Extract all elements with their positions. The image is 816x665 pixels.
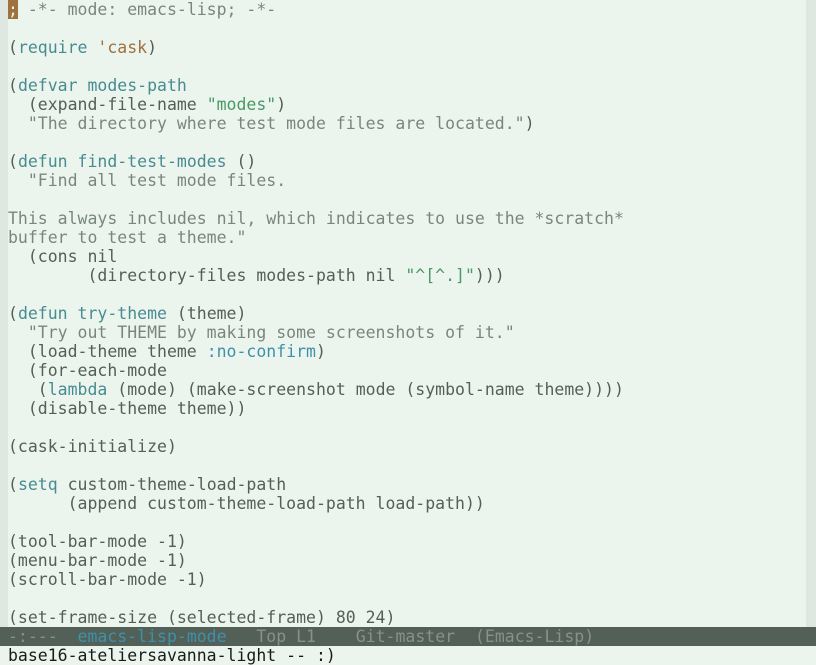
code-token: (load-theme theme bbox=[8, 342, 207, 361]
code-token: find-test-modes bbox=[77, 152, 227, 171]
text-cursor: ; bbox=[8, 0, 18, 19]
code-token: (cask-initialize) bbox=[8, 437, 177, 456]
code-line[interactable] bbox=[8, 513, 806, 532]
code-line[interactable]: (scroll-bar-mode -1) bbox=[8, 570, 806, 589]
code-line[interactable]: buffer to test a theme." bbox=[8, 228, 806, 247]
code-token: ( bbox=[8, 152, 18, 171]
code-token: try-theme bbox=[77, 304, 167, 323]
code-token: (disable-theme theme)) bbox=[8, 399, 247, 418]
code-token: modes-path bbox=[87, 76, 187, 95]
left-fringe bbox=[0, 0, 8, 646]
code-token: (mode) (make-screenshot mode (symbol-nam… bbox=[107, 380, 624, 399]
code-token: "Find all test mode files. bbox=[8, 171, 287, 190]
code-line[interactable]: "Find all test mode files. bbox=[8, 171, 806, 190]
code-token: ( bbox=[8, 380, 48, 399]
code-token: ( bbox=[8, 475, 18, 494]
code-token: defun bbox=[17, 152, 68, 171]
code-token: "modes" bbox=[206, 95, 277, 114]
code-token: "^[^.]" bbox=[405, 266, 475, 285]
code-token: 'cask bbox=[97, 38, 148, 57]
code-line[interactable] bbox=[8, 133, 806, 152]
code-token: buffer to test a theme." bbox=[8, 228, 247, 247]
code-token: ))) bbox=[474, 266, 505, 285]
right-fringe bbox=[806, 0, 816, 627]
code-token: defvar bbox=[17, 76, 78, 95]
code-line[interactable]: (tool-bar-mode -1) bbox=[8, 532, 806, 551]
code-line[interactable] bbox=[8, 57, 806, 76]
code-line[interactable]: (defvar modes-path bbox=[8, 76, 806, 95]
code-line[interactable]: "The directory where test mode files are… bbox=[8, 114, 806, 133]
code-token: "The directory where test mode files are… bbox=[8, 114, 525, 133]
modeline-status: -:--- bbox=[8, 627, 58, 646]
code-token: require bbox=[17, 38, 88, 57]
code-token: ( bbox=[8, 38, 18, 57]
code-token: (tool-bar-mode -1) bbox=[8, 532, 187, 551]
code-token: :no-confirm bbox=[206, 342, 316, 361]
code-token: setq bbox=[17, 475, 58, 494]
code-token: (expand-file-name bbox=[8, 95, 207, 114]
code-line[interactable]: (disable-theme theme)) bbox=[8, 399, 806, 418]
code-token: (theme) bbox=[166, 304, 247, 323]
minibuffer[interactable]: base16-ateliersavanna-light -- :) bbox=[0, 646, 816, 665]
code-line[interactable]: (append custom-theme-load-path load-path… bbox=[8, 494, 806, 513]
code-line[interactable]: (defun find-test-modes () bbox=[8, 152, 806, 171]
code-line[interactable] bbox=[8, 19, 806, 38]
code-line[interactable]: (directory-files modes-path nil "^[^.]")… bbox=[8, 266, 806, 285]
code-line[interactable] bbox=[8, 456, 806, 475]
mode-line[interactable]: -:--- emacs-lisp-mode Top L1 Git-master … bbox=[0, 627, 816, 646]
code-line[interactable]: (for-each-mode bbox=[8, 361, 806, 380]
code-line[interactable]: ; -*- mode: emacs-lisp; -*- bbox=[8, 0, 806, 19]
code-line[interactable] bbox=[8, 418, 806, 437]
code-line[interactable]: (set-frame-size (selected-frame) 80 24) bbox=[8, 608, 806, 627]
code-token: ( bbox=[8, 76, 18, 95]
code-token: -*- mode: emacs-lisp; -*- bbox=[17, 0, 277, 19]
code-line[interactable]: (cask-initialize) bbox=[8, 437, 806, 456]
code-token: (for-each-mode bbox=[8, 361, 167, 380]
code-token: defun bbox=[17, 304, 68, 323]
code-token: () bbox=[226, 152, 257, 171]
code-line[interactable]: (load-theme theme :no-confirm) bbox=[8, 342, 806, 361]
code-line[interactable]: (cons nil bbox=[8, 247, 806, 266]
code-token: custom-theme-load-path bbox=[57, 475, 287, 494]
code-line[interactable] bbox=[8, 589, 806, 608]
code-token: (cons nil bbox=[8, 247, 118, 266]
modeline-buffer-name[interactable]: emacs-lisp-mode bbox=[78, 627, 227, 646]
modeline-vc-branch[interactable]: Git-master bbox=[356, 627, 455, 646]
code-line[interactable] bbox=[8, 190, 806, 209]
code-line[interactable]: "Try out THEME by making some screenshot… bbox=[8, 323, 806, 342]
code-token: ) bbox=[315, 342, 326, 361]
code-token: (append custom-theme-load-path load-path… bbox=[8, 494, 485, 513]
code-token: ) bbox=[524, 114, 535, 133]
code-line[interactable] bbox=[8, 285, 806, 304]
modeline-position: Top L1 bbox=[256, 627, 316, 646]
code-line[interactable]: (lambda (mode) (make-screenshot mode (sy… bbox=[8, 380, 806, 399]
code-token: (directory-files modes-path nil bbox=[8, 266, 406, 285]
code-line[interactable]: (menu-bar-mode -1) bbox=[8, 551, 806, 570]
modeline-major-mode[interactable]: (Emacs-Lisp) bbox=[475, 627, 594, 646]
code-token: ) bbox=[147, 38, 158, 57]
code-token: (scroll-bar-mode -1) bbox=[8, 570, 207, 589]
code-line[interactable]: This always includes nil, which indicate… bbox=[8, 209, 806, 228]
code-token: This always includes nil, which indicate… bbox=[8, 209, 624, 228]
minibuffer-message: base16-ateliersavanna-light -- :) bbox=[8, 646, 336, 665]
code-line[interactable]: (require 'cask) bbox=[8, 38, 806, 57]
editor-buffer[interactable]: ; -*- mode: emacs-lisp; -*- (require 'cas… bbox=[8, 0, 806, 627]
code-line[interactable]: (setq custom-theme-load-path bbox=[8, 475, 806, 494]
code-line[interactable]: (expand-file-name "modes") bbox=[8, 95, 806, 114]
code-token: ( bbox=[8, 304, 18, 323]
code-token: (set-frame-size (selected-frame) 80 24) bbox=[8, 608, 396, 627]
code-token: ) bbox=[276, 95, 287, 114]
code-token: lambda bbox=[47, 380, 108, 399]
code-token: "Try out THEME by making some screenshot… bbox=[8, 323, 515, 342]
code-line[interactable]: (defun try-theme (theme) bbox=[8, 304, 806, 323]
code-token: (menu-bar-mode -1) bbox=[8, 551, 187, 570]
